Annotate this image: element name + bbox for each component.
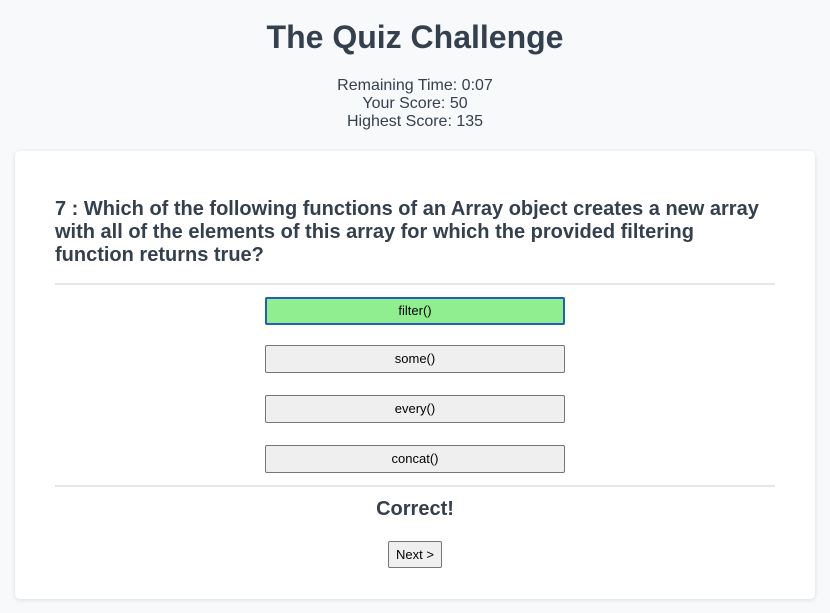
highest-score: Highest Score: 135 [346,113,484,130]
option-some-button[interactable]: some() [265,345,565,373]
quiz-title: The Quiz Challenge [266,19,564,55]
option-filter-button[interactable]: filter() [265,297,565,325]
question-text: 7 : Which of the following functions of … [55,198,759,266]
option-every-button[interactable]: every() [265,395,565,423]
remaining-time: Remaining Time: 0:07 [337,77,493,94]
your-score: Your Score: 50 [362,95,468,112]
stats-panel: Remaining Time: 0:07 Your Score: 50 High… [0,77,830,131]
next-button[interactable]: Next > [388,541,442,568]
divider-bottom [55,485,775,487]
result-message: Correct! [376,498,454,520]
question-card: 7 : Which of the following functions of … [15,151,815,599]
option-concat-button[interactable]: concat() [265,445,565,473]
divider-top [55,283,775,285]
